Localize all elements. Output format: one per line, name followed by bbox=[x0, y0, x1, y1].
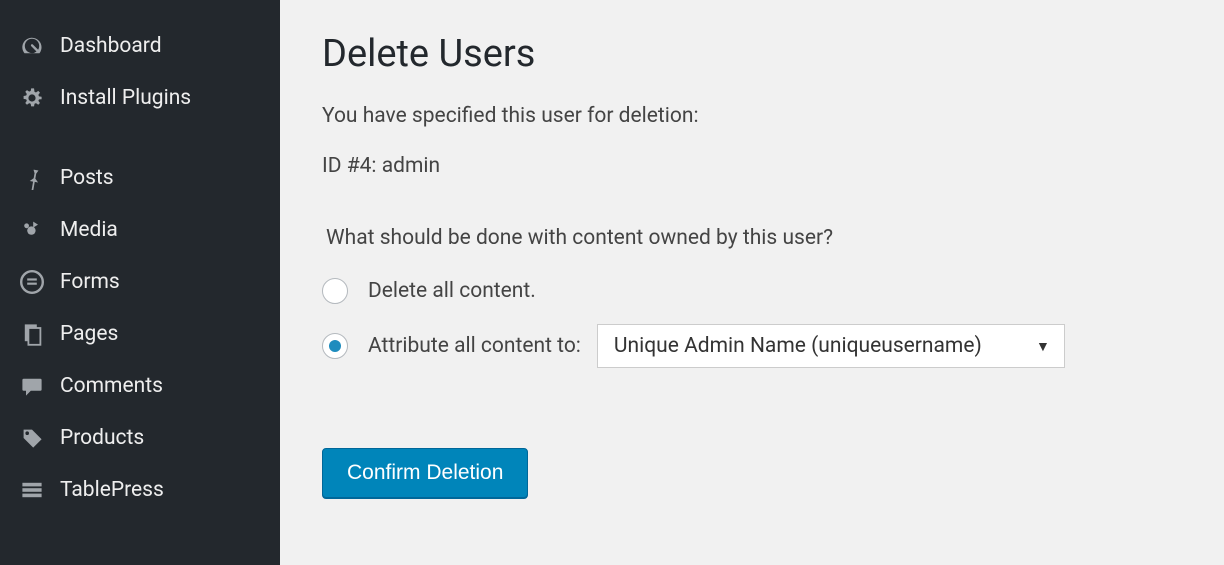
sidebar-item-pages[interactable]: Pages bbox=[0, 308, 280, 360]
sidebar-item-tablepress[interactable]: TablePress bbox=[0, 464, 280, 516]
sidebar-item-label: Forms bbox=[60, 270, 120, 294]
attribute-user-select[interactable]: Unique Admin Name (uniqueusername) ▼ bbox=[597, 324, 1065, 368]
main-content: Delete Users You have specified this use… bbox=[280, 0, 1224, 565]
pages-icon bbox=[18, 322, 46, 346]
gear-icon bbox=[18, 86, 46, 110]
admin-sidebar: Dashboard Install Plugins Posts Media Fo… bbox=[0, 0, 280, 565]
option-delete-row: Delete all content. bbox=[322, 278, 1214, 304]
sidebar-item-dashboard[interactable]: Dashboard bbox=[0, 20, 280, 72]
sidebar-item-forms[interactable]: Forms bbox=[0, 256, 280, 308]
page-title: Delete Users bbox=[322, 32, 1214, 76]
sidebar-item-label: Posts bbox=[60, 166, 114, 190]
sidebar-item-comments[interactable]: Comments bbox=[0, 360, 280, 412]
select-value: Unique Admin Name (uniqueusername) bbox=[614, 334, 982, 358]
media-icon bbox=[18, 218, 46, 242]
pin-icon bbox=[18, 166, 46, 190]
sidebar-item-label: TablePress bbox=[60, 478, 164, 502]
content-question: What should be done with content owned b… bbox=[326, 226, 1214, 250]
option-delete-label: Delete all content. bbox=[368, 279, 536, 303]
confirm-deletion-button[interactable]: Confirm Deletion bbox=[322, 448, 528, 498]
forms-icon bbox=[18, 270, 46, 294]
option-attribute-label: Attribute all content to: bbox=[368, 334, 581, 358]
sidebar-item-label: Pages bbox=[60, 322, 118, 346]
dashboard-icon bbox=[18, 34, 46, 58]
sidebar-item-media[interactable]: Media bbox=[0, 204, 280, 256]
sidebar-item-label: Comments bbox=[60, 374, 163, 398]
tag-icon bbox=[18, 426, 46, 450]
sidebar-item-posts[interactable]: Posts bbox=[0, 152, 280, 204]
table-icon bbox=[18, 478, 46, 502]
option-attribute-row: Attribute all content to: Unique Admin N… bbox=[322, 324, 1214, 368]
chevron-down-icon: ▼ bbox=[1036, 338, 1050, 355]
sidebar-item-products[interactable]: Products bbox=[0, 412, 280, 464]
sidebar-item-install-plugins[interactable]: Install Plugins bbox=[0, 72, 280, 124]
sidebar-item-label: Products bbox=[60, 426, 144, 450]
comments-icon bbox=[18, 374, 46, 398]
sidebar-item-label: Install Plugins bbox=[60, 86, 191, 110]
radio-attribute-content[interactable] bbox=[322, 333, 348, 359]
sidebar-item-label: Dashboard bbox=[60, 34, 162, 58]
radio-delete-content[interactable] bbox=[322, 278, 348, 304]
intro-text: You have specified this user for deletio… bbox=[322, 104, 1214, 128]
sidebar-item-label: Media bbox=[60, 218, 118, 242]
user-line: ID #4: admin bbox=[322, 154, 1214, 178]
